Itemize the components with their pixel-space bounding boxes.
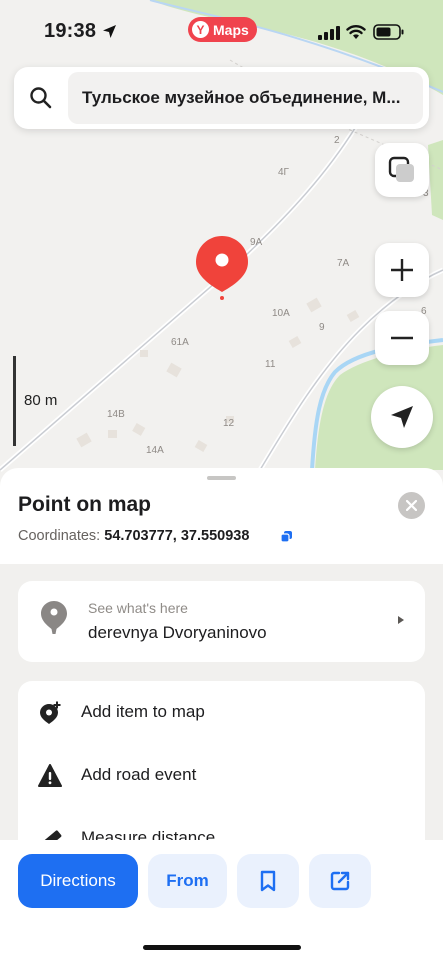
warning-icon bbox=[38, 764, 62, 787]
search-input[interactable]: Тульское музейное объединение, М... bbox=[68, 72, 423, 124]
search-bar[interactable]: Тульское музейное объединение, М... bbox=[14, 67, 429, 129]
house-number: 2 bbox=[334, 135, 340, 146]
sheet-header: Point on map Coordinates: 54.703777, 37.… bbox=[0, 468, 443, 564]
zoom-out-button[interactable] bbox=[375, 311, 429, 365]
pin-plus-icon bbox=[40, 701, 61, 724]
action-label: Add item to map bbox=[81, 702, 205, 721]
directions-button[interactable]: Directions bbox=[18, 854, 138, 908]
whats-here-card[interactable]: See what's here derevnya Dvoryaninovo bbox=[18, 581, 425, 662]
location-pin-icon bbox=[41, 601, 67, 634]
plus-icon bbox=[391, 259, 413, 281]
sheet-title: Point on map bbox=[18, 493, 151, 516]
minus-icon bbox=[391, 336, 413, 340]
share-icon bbox=[330, 871, 350, 891]
yandex-logo-icon: Y bbox=[192, 21, 209, 38]
action-label: Add road event bbox=[81, 765, 197, 784]
coordinates-label: Coordinates: bbox=[18, 528, 101, 544]
close-icon bbox=[406, 500, 417, 511]
status-bar: 19:38 Y Maps bbox=[0, 0, 443, 62]
share-button[interactable] bbox=[309, 854, 371, 908]
whats-here-value: derevnya Dvoryaninovo bbox=[88, 623, 267, 642]
coordinates-value[interactable]: 54.703777, 37.550938 bbox=[104, 528, 249, 544]
add-road-event-item[interactable]: Add road event bbox=[18, 751, 425, 801]
add-item-to-map-item[interactable]: Add item to map bbox=[18, 688, 425, 738]
navigation-arrow-icon bbox=[391, 406, 413, 428]
copy-icon[interactable] bbox=[280, 530, 293, 543]
my-location-button[interactable] bbox=[371, 386, 433, 448]
location-arrow-icon bbox=[103, 25, 116, 38]
bottom-action-bar: Directions From bbox=[0, 840, 443, 960]
house-number: 4Г bbox=[278, 167, 289, 178]
map-scale-bar bbox=[13, 356, 16, 446]
layers-icon bbox=[388, 156, 414, 182]
zoom-in-button[interactable] bbox=[375, 243, 429, 297]
sheet-grabber[interactable] bbox=[207, 476, 236, 480]
status-time: 19:38 bbox=[44, 20, 97, 42]
map-layers-button[interactable] bbox=[375, 143, 429, 197]
house-number: 14А bbox=[146, 445, 164, 456]
yandex-maps-badge[interactable]: Y Maps bbox=[188, 17, 257, 42]
search-icon bbox=[30, 87, 52, 109]
bookmark-icon bbox=[260, 870, 276, 892]
from-button[interactable]: From bbox=[148, 854, 227, 908]
house-number: 14В bbox=[107, 409, 125, 420]
close-button[interactable] bbox=[398, 492, 425, 519]
cellular-signal-icon bbox=[318, 26, 340, 40]
wifi-icon bbox=[346, 25, 366, 39]
app-badge-label: Maps bbox=[213, 21, 249, 38]
house-number: 7А bbox=[337, 258, 350, 269]
screen: 2 4Г 3 9А 7А 10А 9 6 61А 11 14В 12 14А 1… bbox=[0, 0, 443, 960]
map-pin-icon[interactable] bbox=[195, 234, 249, 309]
battery-icon bbox=[373, 24, 404, 40]
house-number: 61А bbox=[171, 337, 189, 348]
map-scale-label: 80 m bbox=[24, 392, 58, 409]
bookmark-button[interactable] bbox=[237, 854, 299, 908]
coordinates-row: Coordinates: 54.703777, 37.550938 bbox=[18, 528, 249, 544]
house-number: 12 bbox=[223, 418, 235, 429]
chevron-right-icon bbox=[398, 616, 404, 624]
house-number: 9А bbox=[250, 237, 263, 248]
house-number: 10А bbox=[272, 308, 290, 319]
whats-here-label: See what's here bbox=[88, 600, 188, 616]
house-number: 11 bbox=[265, 359, 276, 370]
house-number: 9 bbox=[319, 322, 325, 333]
home-indicator[interactable] bbox=[143, 945, 301, 950]
